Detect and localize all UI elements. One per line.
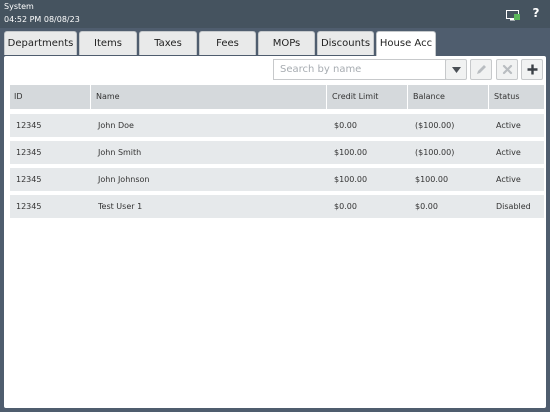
cell-credit-limit: $100.00: [334, 148, 368, 157]
tab-house-acc[interactable]: House Acc: [376, 31, 436, 57]
help-button[interactable]: ?: [530, 6, 542, 22]
tab-taxes[interactable]: Taxes: [139, 31, 197, 55]
column-divider: [488, 85, 489, 109]
cell-balance: ($100.00): [415, 148, 455, 157]
tab-departments[interactable]: Departments: [4, 31, 77, 55]
tab-fees[interactable]: Fees: [199, 31, 256, 55]
cell-status: Active: [496, 175, 521, 184]
search-dropdown-button[interactable]: [445, 59, 467, 80]
table-row[interactable]: 12345 Test User 1 $0.00 $0.00 Disabled: [10, 195, 544, 218]
app-title: System: [4, 2, 34, 11]
cell-status: Active: [496, 148, 521, 157]
cell-id: 12345: [16, 175, 42, 184]
top-bar: System 04:52 PM 08/08/23 ?: [0, 0, 550, 28]
column-header-status[interactable]: Status: [494, 85, 520, 109]
chevron-down-icon: [452, 67, 461, 73]
cell-name: John Smith: [98, 148, 142, 157]
table-row[interactable]: 12345 John Smith $100.00 ($100.00) Activ…: [10, 141, 544, 164]
cell-id: 12345: [16, 121, 42, 130]
tab-discounts[interactable]: Discounts: [317, 31, 374, 55]
column-header-id[interactable]: ID: [14, 85, 23, 109]
column-header-name[interactable]: Name: [96, 85, 120, 109]
cell-balance: ($100.00): [415, 121, 455, 130]
cell-credit-limit: $0.00: [334, 202, 357, 211]
cell-credit-limit: $0.00: [334, 121, 357, 130]
monitor-icon[interactable]: [506, 7, 520, 21]
add-button[interactable]: [521, 59, 543, 80]
cell-name: John Johnson: [98, 175, 150, 184]
cell-credit-limit: $100.00: [334, 175, 368, 184]
column-divider: [326, 85, 327, 109]
column-divider: [407, 85, 408, 109]
plus-icon: [527, 64, 538, 75]
column-header-credit-limit[interactable]: Credit Limit: [332, 85, 378, 109]
column-header-balance[interactable]: Balance: [413, 85, 445, 109]
cell-status: Active: [496, 121, 521, 130]
cell-name: Test User 1: [98, 202, 143, 211]
edit-button[interactable]: [470, 59, 492, 80]
table-row[interactable]: 12345 John Doe $0.00 ($100.00) Active: [10, 114, 544, 137]
tab-mops[interactable]: MOPs: [258, 31, 315, 55]
cell-status: Disabled: [496, 202, 531, 211]
table-row[interactable]: 12345 John Johnson $100.00 $100.00 Activ…: [10, 168, 544, 191]
cell-name: John Doe: [98, 121, 134, 130]
tab-bar: Departments Items Taxes Fees MOPs Discou…: [0, 31, 550, 57]
column-divider: [90, 85, 91, 109]
house-accounts-panel: ID Name Credit Limit Balance Status 1234…: [4, 56, 546, 408]
table-header: ID Name Credit Limit Balance Status: [10, 85, 544, 109]
tab-items[interactable]: Items: [79, 31, 137, 55]
close-icon: [502, 64, 513, 75]
date-time: 04:52 PM 08/08/23: [4, 15, 80, 24]
cell-balance: $0.00: [415, 202, 438, 211]
cell-id: 12345: [16, 202, 42, 211]
search-input[interactable]: [273, 59, 446, 80]
cell-id: 12345: [16, 148, 42, 157]
delete-button[interactable]: [496, 59, 518, 80]
pencil-icon: [477, 65, 486, 74]
cell-balance: $100.00: [415, 175, 449, 184]
